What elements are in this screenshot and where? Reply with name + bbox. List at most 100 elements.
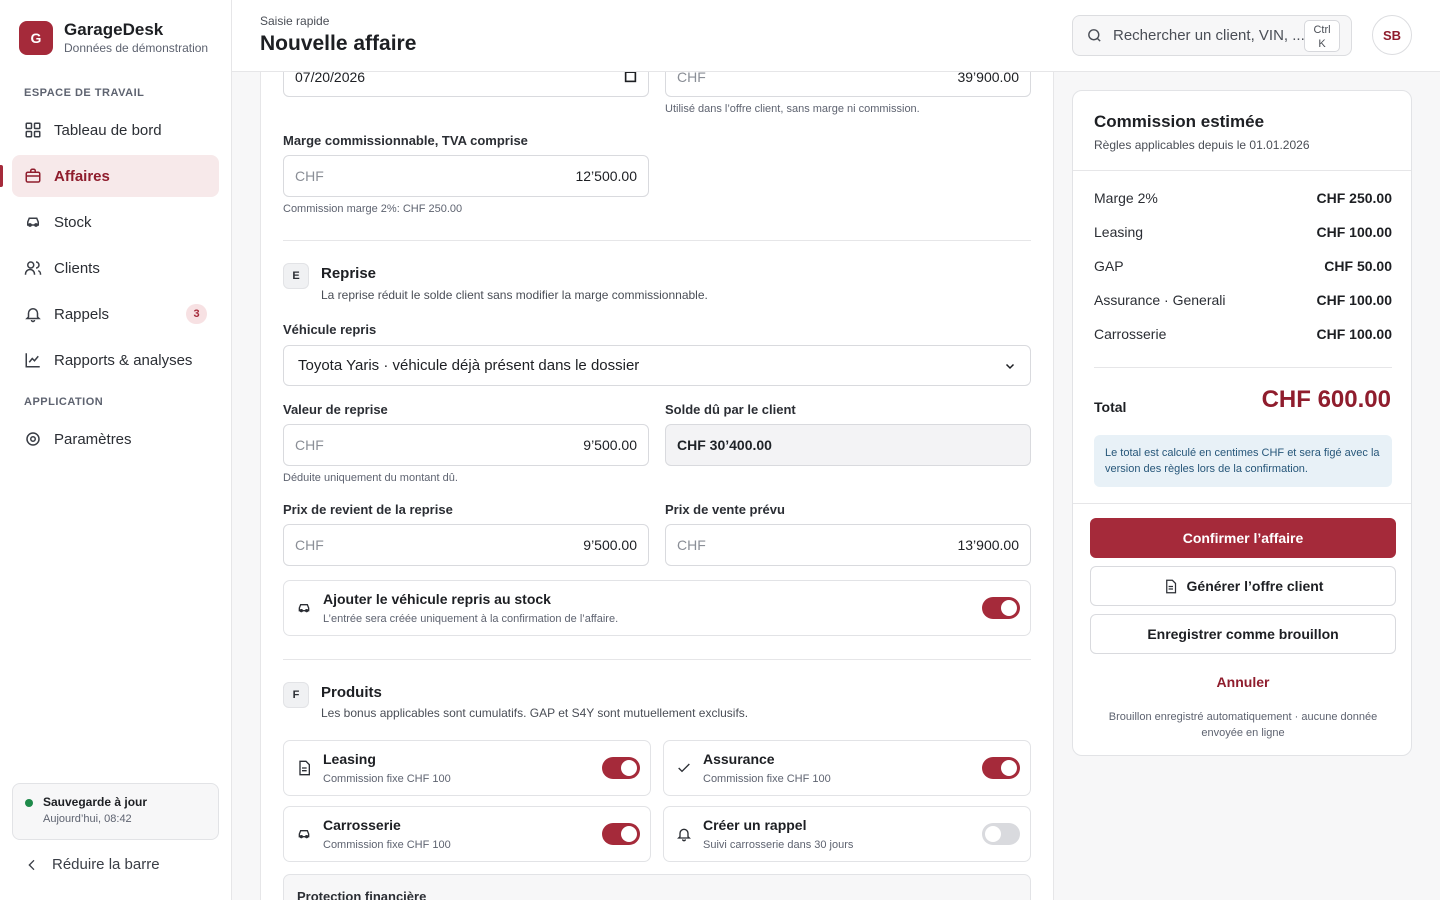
leasing-toggle[interactable] bbox=[602, 757, 640, 779]
vehicle-select[interactable]: Toyota Yaris · véhicule déjà présent dan… bbox=[283, 345, 1031, 386]
trade-value-field[interactable]: CHF 9’500.00 bbox=[283, 424, 649, 466]
bell-icon bbox=[677, 828, 691, 842]
sidebar: G GarageDesk Données de démonstration Es… bbox=[0, 0, 232, 900]
sidebar-item-label: Paramètres bbox=[54, 430, 132, 448]
section-title-reprise: Reprise bbox=[321, 265, 377, 282]
car-icon bbox=[27, 217, 39, 227]
protection-section[interactable]: Protection financière bbox=[283, 874, 1031, 900]
currency-label: CHF bbox=[295, 437, 324, 453]
document-icon bbox=[1165, 579, 1176, 593]
page-title: Nouvelle affaire bbox=[260, 32, 417, 55]
cancel-button[interactable]: Annuler bbox=[1090, 662, 1396, 702]
sidebar-item-rappels[interactable]: Rappels 3 bbox=[12, 293, 219, 335]
sidebar-item-label: Tableau de bord bbox=[54, 121, 162, 139]
search-shortcut: Ctrl K bbox=[1304, 20, 1340, 52]
bell-icon bbox=[25, 308, 41, 323]
rappel-toggle[interactable] bbox=[982, 823, 1020, 845]
collapse-sidebar-button[interactable]: Réduire la barre bbox=[24, 856, 160, 873]
price-field[interactable]: CHF 39’900.00 bbox=[665, 72, 1031, 97]
margin-field[interactable]: CHF 12’500.00 bbox=[283, 155, 649, 197]
save-draft-button[interactable]: Enregistrer comme brouillon bbox=[1090, 614, 1396, 654]
product-rappel[interactable]: Créer un rappel Suivi carrosserie dans 3… bbox=[663, 806, 1031, 862]
calendar-icon[interactable] bbox=[624, 72, 637, 83]
total-label: Total bbox=[1094, 399, 1127, 415]
currency-label: CHF bbox=[677, 537, 706, 553]
product-assurance[interactable]: Assurance Commission fixe CHF 100 bbox=[663, 740, 1031, 796]
commission-row-label: Carrosserie bbox=[1094, 326, 1167, 342]
confirm-deal-button[interactable]: Confirmer l’affaire bbox=[1090, 518, 1396, 558]
sale-price-field[interactable]: CHF 13’900.00 bbox=[665, 524, 1031, 566]
section-desc-produits: Les bonus applicables sont cumulatifs. G… bbox=[321, 706, 749, 720]
commission-row-label: Marge 2% bbox=[1094, 190, 1158, 206]
carrosserie-toggle[interactable] bbox=[602, 823, 640, 845]
commission-row-label: GAP bbox=[1094, 258, 1124, 274]
sidebar-item-parametres[interactable]: Paramètres bbox=[12, 418, 219, 460]
product-carrosserie[interactable]: Carrosserie Commission fixe CHF 100 bbox=[283, 806, 651, 862]
avatar[interactable]: SB bbox=[1372, 15, 1412, 55]
commission-row-value: CHF 100.00 bbox=[1316, 224, 1392, 240]
sidebar-item-affaires[interactable]: Affaires bbox=[12, 155, 219, 197]
search-input[interactable]: Rechercher un client, VIN, ... Ctrl K bbox=[1072, 15, 1352, 56]
sidebar-item-label: Affaires bbox=[54, 167, 110, 185]
commission-row: Assurance · Generali CHF 100.00 bbox=[1094, 292, 1392, 308]
commission-title: Commission estimée bbox=[1094, 112, 1265, 131]
gear-icon bbox=[26, 432, 40, 446]
chevron-left-icon bbox=[28, 859, 35, 870]
draft-label: Enregistrer comme brouillon bbox=[1147, 626, 1339, 642]
commission-row: Carrosserie CHF 100.00 bbox=[1094, 326, 1392, 342]
divider bbox=[1073, 503, 1411, 504]
app-name: GarageDesk bbox=[64, 20, 164, 39]
add-to-stock-toggle[interactable] bbox=[982, 597, 1020, 619]
product-sub: Commission fixe CHF 100 bbox=[323, 839, 451, 851]
section-letter-f: F bbox=[283, 682, 309, 708]
product-sub: Commission fixe CHF 100 bbox=[703, 773, 831, 785]
divider bbox=[283, 659, 1031, 660]
info-note: Le total est calculé en centimes CHF et … bbox=[1094, 435, 1392, 487]
product-title: Leasing bbox=[323, 751, 376, 767]
date-field[interactable]: 07/20/2026 bbox=[283, 72, 649, 97]
add-to-stock-card[interactable]: Ajouter le véhicule repris au stock L’en… bbox=[283, 580, 1031, 636]
margin-hint: Commission marge 2%: CHF 250.00 bbox=[283, 203, 463, 215]
shortcut-key-k: K bbox=[1318, 38, 1326, 50]
currency-label: CHF bbox=[295, 168, 324, 184]
app-logo: G bbox=[19, 20, 53, 55]
sidebar-item-rapports[interactable]: Rapports & analyses bbox=[12, 339, 219, 381]
sidebar-item-clients[interactable]: Clients bbox=[12, 247, 219, 289]
product-sub: Suivi carrosserie dans 30 jours bbox=[703, 839, 854, 851]
active-indicator bbox=[0, 165, 3, 187]
product-leasing[interactable]: Leasing Commission fixe CHF 100 bbox=[283, 740, 651, 796]
cost-price-value: 9’500.00 bbox=[583, 537, 637, 553]
vehicle-label: Véhicule repris bbox=[283, 322, 377, 337]
section-letter-e: E bbox=[283, 263, 309, 289]
commission-row-label: Assurance · Generali bbox=[1094, 292, 1226, 308]
sidebar-item-dashboard[interactable]: Tableau de bord bbox=[12, 109, 219, 151]
vehicle-select-value: Toyota Yaris · véhicule déjà présent dan… bbox=[298, 357, 640, 374]
sidebar-item-stock[interactable]: Stock bbox=[12, 201, 219, 243]
section-application: Application bbox=[24, 396, 104, 408]
price-hint: Utilisé dans l’offre client, sans marge … bbox=[665, 103, 920, 115]
product-title: Créer un rappel bbox=[703, 817, 807, 833]
briefcase-icon bbox=[25, 168, 41, 183]
brand[interactable]: G GarageDesk Données de démonstration bbox=[19, 20, 208, 55]
commission-row-value: CHF 250.00 bbox=[1316, 190, 1392, 206]
assurance-toggle[interactable] bbox=[982, 757, 1020, 779]
add-to-stock-title: Ajouter le véhicule repris au stock bbox=[323, 591, 551, 607]
commission-row: GAP CHF 50.00 bbox=[1094, 258, 1392, 274]
deal-form: 07/20/2026 CHF 39’900.00 Utilisé dans l’… bbox=[260, 72, 1054, 900]
cost-price-field[interactable]: CHF 9’500.00 bbox=[283, 524, 649, 566]
sale-price-value: 13’900.00 bbox=[957, 537, 1019, 553]
breadcrumb[interactable]: Saisie rapide bbox=[260, 14, 329, 28]
rappels-count-badge: 3 bbox=[186, 304, 207, 324]
margin-label: Marge commissionnable, TVA comprise bbox=[283, 133, 528, 148]
trade-value-label: Valeur de reprise bbox=[283, 402, 388, 417]
check-icon bbox=[678, 763, 690, 773]
shortcut-key-ctrl: Ctrl bbox=[1313, 24, 1331, 36]
generate-offer-button[interactable]: Générer l’offre client bbox=[1090, 566, 1396, 606]
commission-subtitle: Règles applicables depuis le 01.01.2026 bbox=[1094, 138, 1310, 152]
trade-value-hint: Déduite uniquement du montant dû. bbox=[283, 472, 458, 484]
chevron-down-icon bbox=[1005, 363, 1015, 369]
collapse-label: Réduire la barre bbox=[52, 856, 160, 873]
margin-value: 12’500.00 bbox=[575, 168, 637, 184]
commission-row: Marge 2% CHF 250.00 bbox=[1094, 190, 1392, 206]
sidebar-item-label: Clients bbox=[54, 259, 100, 277]
